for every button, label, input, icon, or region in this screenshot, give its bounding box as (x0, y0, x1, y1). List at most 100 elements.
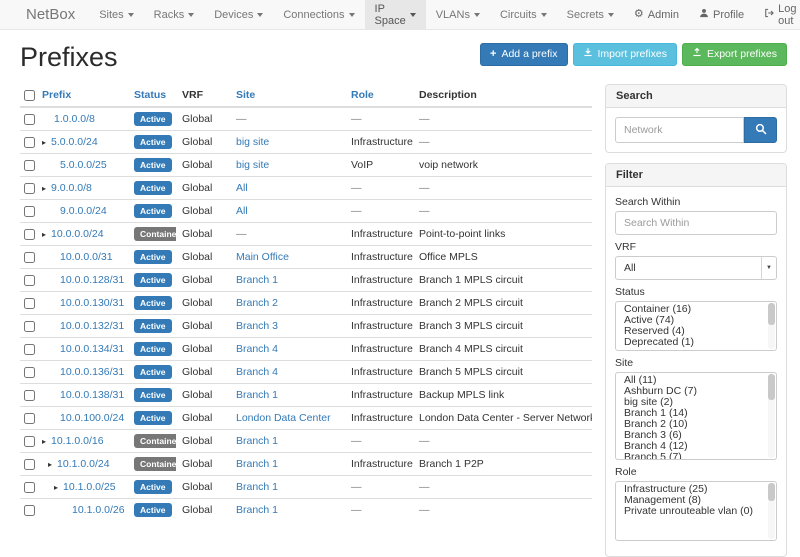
role-filter-list[interactable]: Infrastructure (25)Management (8)Private… (615, 481, 777, 541)
prefix-link[interactable]: 10.0.0.138/31 (60, 389, 124, 401)
search-within-input[interactable] (615, 211, 777, 235)
prefix-link[interactable]: 10.0.0.0/31 (60, 251, 113, 263)
nav-item-vlans[interactable]: VLANs (426, 0, 490, 29)
site-link[interactable]: big site (236, 159, 269, 171)
status-filter-list[interactable]: Container (16)Active (74)Reserved (4)Dep… (615, 301, 777, 351)
admin-menu-item[interactable]: ⚙ Admin (624, 0, 689, 29)
nav-item-secrets[interactable]: Secrets (557, 0, 624, 29)
export-prefixes-button[interactable]: Export prefixes (682, 43, 787, 66)
row-checkbox[interactable] (24, 252, 35, 263)
import-prefixes-button[interactable]: Import prefixes (573, 43, 677, 66)
role-value: — (345, 476, 413, 499)
site-link[interactable]: big site (236, 136, 269, 148)
site-link[interactable]: Branch 4 (236, 366, 278, 378)
table-row: ▸10.0.0.0/24 Container Global — Infrastr… (20, 223, 592, 246)
description-value: — (413, 107, 592, 131)
table-row: 10.0.0.128/31 Active Global Branch 1 Inf… (20, 269, 592, 292)
prefix-link[interactable]: 10.1.0.0/25 (63, 481, 116, 493)
scrollbar-thumb[interactable] (768, 303, 775, 325)
prefix-link[interactable]: 10.0.0.134/31 (60, 343, 124, 355)
site-link[interactable]: Branch 1 (236, 435, 278, 447)
prefix-link[interactable]: 9.0.0.0/24 (60, 205, 107, 217)
site-link[interactable]: Branch 1 (236, 504, 278, 516)
row-checkbox[interactable] (24, 160, 35, 171)
scrollbar-thumb[interactable] (768, 374, 775, 400)
prefix-link[interactable]: 10.0.100.0/24 (60, 412, 124, 424)
column-header-role[interactable]: Role (351, 89, 374, 101)
row-checkbox[interactable] (24, 344, 35, 355)
profile-menu-item[interactable]: Profile (689, 0, 754, 29)
vrf-select[interactable]: All ▼ (615, 256, 777, 280)
site-cell: Branch 2 (230, 292, 345, 315)
site-link[interactable]: Main Office (236, 251, 289, 263)
row-checkbox[interactable] (24, 367, 35, 378)
search-button[interactable] (744, 117, 777, 143)
role-value: Infrastructure (345, 338, 413, 361)
row-checkbox[interactable] (24, 459, 35, 470)
row-checkbox[interactable] (24, 229, 35, 240)
site-link[interactable]: Branch 1 (236, 389, 278, 401)
filter-option[interactable]: Deprecated (1) (616, 337, 776, 348)
row-checkbox[interactable] (24, 137, 35, 148)
logout-menu-item[interactable]: Log out (754, 0, 800, 29)
row-checkbox[interactable] (24, 298, 35, 309)
nav-item-sites[interactable]: Sites (89, 0, 143, 29)
row-checkbox[interactable] (24, 114, 35, 125)
site-link[interactable]: Branch 1 (236, 274, 278, 286)
filter-option[interactable]: Private unrouteable vlan (0) (616, 506, 776, 517)
description-value: Backup MPLS link (413, 384, 592, 407)
prefix-link[interactable]: 10.0.0.128/31 (60, 274, 124, 286)
prefix-link[interactable]: 10.1.0.0/24 (57, 458, 110, 470)
prefix-link[interactable]: 10.1.0.0/26 (72, 504, 125, 516)
brand-logo[interactable]: NetBox (26, 0, 89, 29)
prefix-link[interactable]: 9.0.0.0/8 (51, 182, 92, 194)
prefix-link[interactable]: 10.0.0.132/31 (60, 320, 124, 332)
empty-placeholder: — (236, 228, 247, 240)
site-link[interactable]: Branch 4 (236, 343, 278, 355)
nav-item-ip-space[interactable]: IP Space (365, 0, 426, 29)
row-checkbox[interactable] (24, 482, 35, 493)
site-link[interactable]: Branch 3 (236, 320, 278, 332)
site-filter-list[interactable]: All (11)Ashburn DC (7)big site (2)Branch… (615, 372, 777, 460)
prefix-link[interactable]: 1.0.0.0/8 (54, 113, 95, 125)
column-header-site[interactable]: Site (236, 89, 255, 101)
prefix-link[interactable]: 10.0.0.0/24 (51, 228, 104, 240)
add-prefix-button[interactable]: + Add a prefix (480, 43, 567, 66)
site-link[interactable]: London Data Center (236, 412, 331, 424)
site-cell: All (230, 177, 345, 200)
table-row: 10.0.0.0/31 Active Global Main Office In… (20, 246, 592, 269)
prefix-link[interactable]: 5.0.0.0/24 (51, 136, 98, 148)
indent-spacer (42, 305, 48, 306)
nav-item-racks[interactable]: Racks (144, 0, 205, 29)
column-header-status[interactable]: Status (134, 89, 166, 101)
row-checkbox[interactable] (24, 436, 35, 447)
select-all-checkbox[interactable] (24, 90, 35, 101)
row-checkbox[interactable] (24, 275, 35, 286)
nav-item-circuits[interactable]: Circuits (490, 0, 557, 29)
role-value: Infrastructure (345, 223, 413, 246)
row-checkbox[interactable] (24, 413, 35, 424)
row-checkbox[interactable] (24, 183, 35, 194)
site-link[interactable]: All (236, 205, 248, 217)
site-link[interactable]: Branch 1 (236, 481, 278, 493)
nav-item-devices[interactable]: Devices (204, 0, 273, 29)
column-header-prefix[interactable]: Prefix (42, 89, 71, 101)
nav-item-connections[interactable]: Connections (273, 0, 364, 29)
row-checkbox[interactable] (24, 321, 35, 332)
prefix-link[interactable]: 10.0.0.130/31 (60, 297, 124, 309)
scrollbar-thumb[interactable] (768, 483, 775, 501)
column-header-vrf: VRF (182, 89, 203, 101)
filter-option[interactable]: Branch 5 (7) (616, 452, 776, 460)
vrf-value: Global (176, 223, 230, 246)
site-link[interactable]: Branch 2 (236, 297, 278, 309)
site-link[interactable]: All (236, 182, 248, 194)
row-checkbox[interactable] (24, 390, 35, 401)
row-checkbox[interactable] (24, 505, 35, 516)
site-link[interactable]: Branch 1 (236, 458, 278, 470)
search-input[interactable] (615, 117, 744, 143)
prefix-link[interactable]: 10.1.0.0/16 (51, 435, 104, 447)
row-checkbox[interactable] (24, 206, 35, 217)
table-row: 10.1.0.0/26 Active Global Branch 1 — — (20, 499, 592, 522)
prefix-link[interactable]: 5.0.0.0/25 (60, 159, 107, 171)
prefix-link[interactable]: 10.0.0.136/31 (60, 366, 124, 378)
